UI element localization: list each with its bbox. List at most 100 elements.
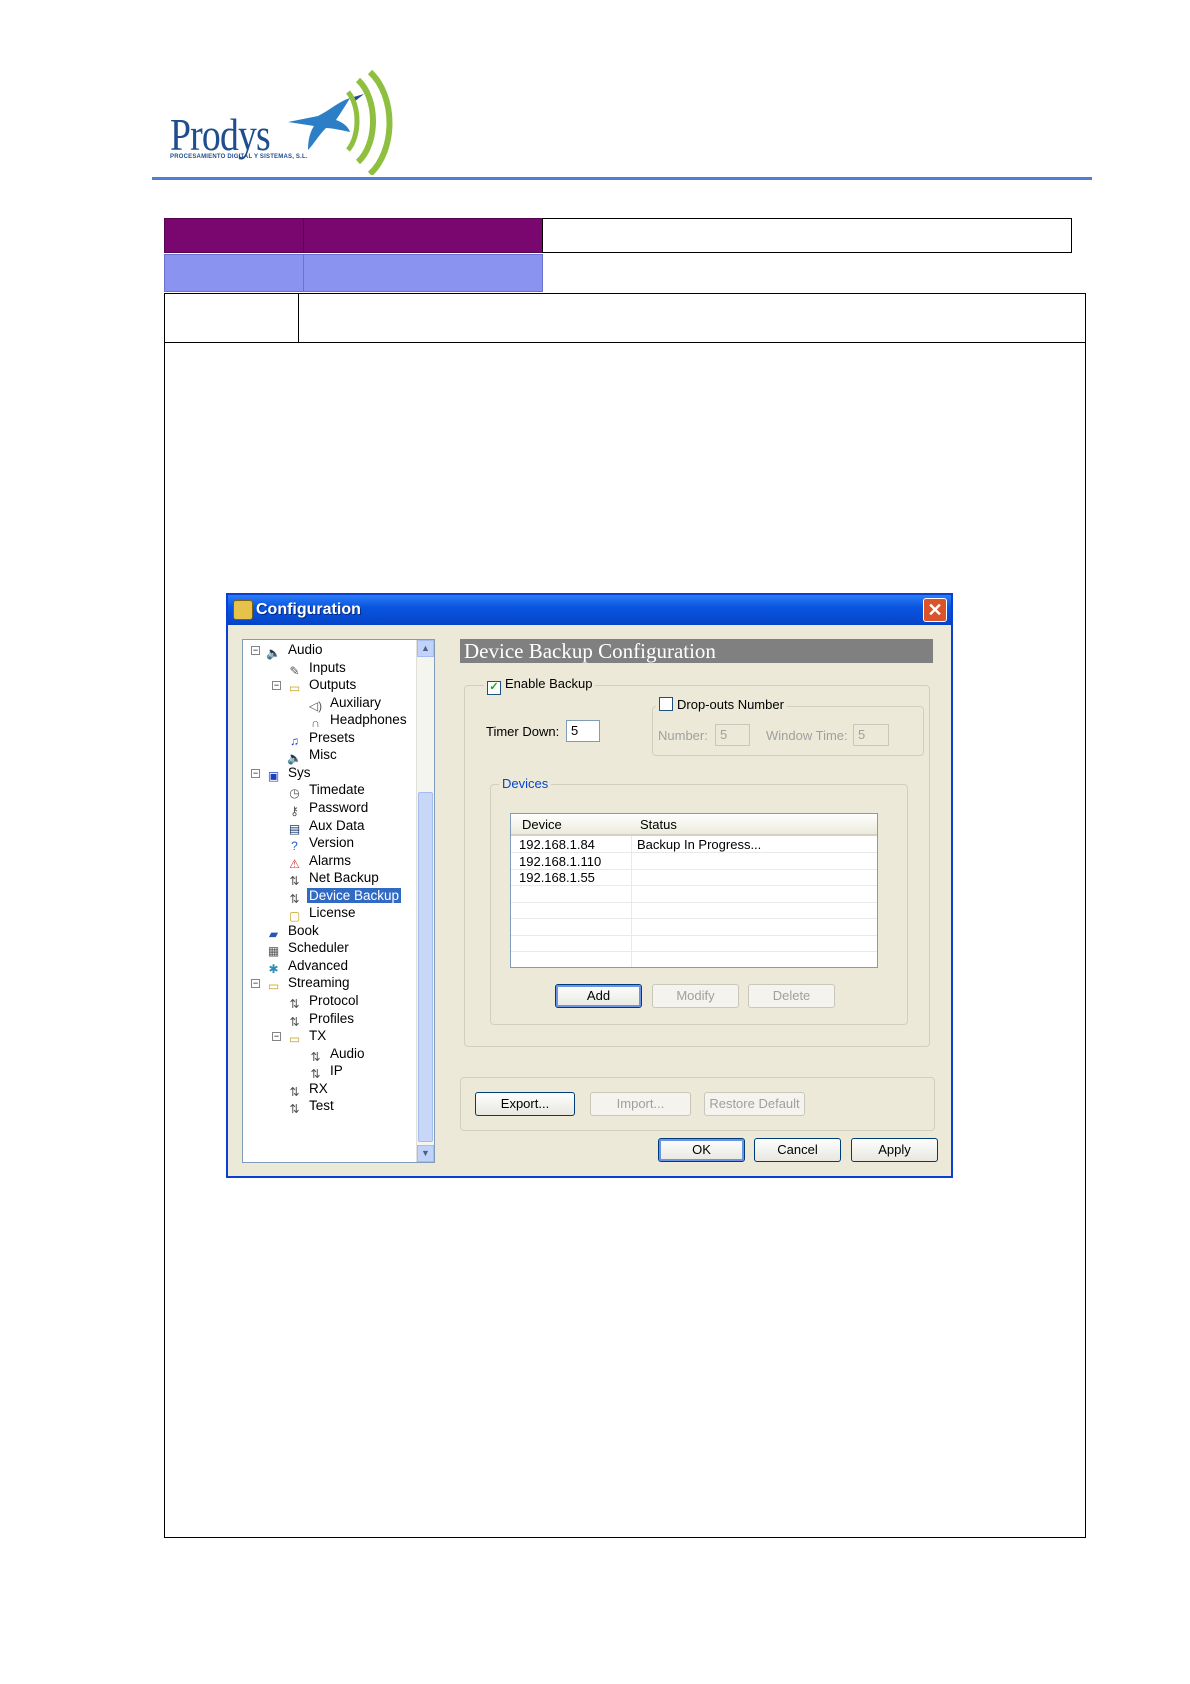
table-row[interactable]: 192.168.1.84 Backup In Progress... <box>511 837 877 853</box>
tree-item-presets[interactable]: ♫ Presets <box>286 729 357 748</box>
tree-item-net-backup[interactable]: ⇅ Net Backup <box>286 869 381 888</box>
ok-button[interactable]: OK <box>658 1138 745 1162</box>
tree-item-label: Alarms <box>309 852 352 868</box>
table-row[interactable] <box>511 887 877 903</box>
expand-toggle[interactable]: − <box>251 768 260 778</box>
dropouts-checkbox[interactable]: Drop-outs Number <box>656 697 787 712</box>
tree-item-label: Outputs <box>309 677 357 693</box>
column-device[interactable]: Device <box>522 817 562 832</box>
table-row[interactable] <box>511 953 877 968</box>
network-icon: ⇅ <box>289 1102 300 1117</box>
devices-title: Devices <box>499 776 552 791</box>
expand-toggle[interactable]: − <box>272 681 281 691</box>
tree-item-label: Test <box>309 1098 334 1114</box>
tree-item-label: Headphones <box>330 712 407 728</box>
tree-item-label: Misc <box>309 747 337 763</box>
tree-item-audio[interactable]: ⇅ Audio <box>307 1045 367 1064</box>
expand-toggle[interactable]: − <box>272 1032 281 1042</box>
dialog-titlebar[interactable]: Configuration ✕ <box>228 595 951 625</box>
table-row[interactable]: 192.168.1.55 <box>511 870 877 886</box>
expand-toggle[interactable]: − <box>251 979 260 989</box>
add-button[interactable]: Add <box>555 984 642 1008</box>
tree-item-label: Timedate <box>309 782 365 798</box>
table-row[interactable] <box>511 903 877 919</box>
apply-button[interactable]: Apply <box>851 1138 938 1162</box>
folder-open-icon: ▭ <box>288 681 301 696</box>
delete-button[interactable]: Delete <box>748 984 835 1008</box>
tree-item-test[interactable]: ⇅ Test <box>286 1097 336 1117</box>
tree-item-label: Presets <box>309 729 355 745</box>
header-cell-6 <box>164 293 299 343</box>
scroll-thumb[interactable] <box>418 792 433 1142</box>
tree-item-label: Net Backup <box>309 870 379 886</box>
header-cell-4 <box>164 254 304 292</box>
app-icon <box>233 600 253 620</box>
table-row[interactable] <box>511 936 877 952</box>
modify-button[interactable]: Modify <box>652 984 739 1008</box>
tree-item-aux-data[interactable]: ▤ Aux Data <box>286 817 367 836</box>
header-cell-7 <box>298 293 1086 343</box>
enable-backup-checkbox[interactable]: ✓ Enable Backup <box>484 676 596 695</box>
scroll-up-icon[interactable]: ▲ <box>417 640 434 657</box>
tree-item-audio[interactable]: 🔈 Audio <box>265 641 325 660</box>
tree-item-label: Profiles <box>309 1010 355 1026</box>
tree-item-license[interactable]: ▢ License <box>286 904 358 923</box>
tree-item-profiles[interactable]: ⇅ Profiles <box>286 1010 356 1029</box>
header-cell-5 <box>303 254 543 292</box>
number-input[interactable]: 5 <box>715 724 750 746</box>
tree-item-label: Book <box>288 922 319 938</box>
tree-item-advanced[interactable]: ✱ Advanced <box>265 957 350 976</box>
header-rule <box>152 177 1092 180</box>
close-button[interactable]: ✕ <box>923 598 947 622</box>
header-cell-1 <box>164 218 304 253</box>
tree-item-version[interactable]: ? Version <box>286 834 356 853</box>
window-time-input[interactable]: 5 <box>853 724 889 746</box>
tree-item-label: Sys <box>288 764 311 780</box>
devices-list[interactable]: Device Status 192.168.1.84 Backup In Prog… <box>510 813 878 968</box>
tree-item-password[interactable]: ⚷ Password <box>286 799 370 818</box>
tree-item-alarms[interactable]: ⚠ Alarms <box>286 852 353 871</box>
scroll-down-icon[interactable]: ▼ <box>417 1145 434 1162</box>
tree-item-sys[interactable]: ▣ Sys <box>265 764 313 783</box>
window-time-label: Window Time: <box>766 728 848 743</box>
devices-list-header: Device Status <box>511 814 877 836</box>
table-row[interactable] <box>511 920 877 936</box>
device-cell: 192.168.1.84 <box>519 837 595 852</box>
import-button[interactable]: Import... <box>590 1092 691 1116</box>
tree-item-tx[interactable]: ▭ TX <box>286 1027 328 1046</box>
restore-default-button[interactable]: Restore Default <box>704 1092 805 1116</box>
tree-item-label: Protocol <box>309 993 359 1008</box>
tree-item-label: Inputs <box>309 659 346 675</box>
tree-item-auxiliary[interactable]: ◁) Auxiliary <box>307 694 383 713</box>
cancel-button[interactable]: Cancel <box>754 1138 841 1162</box>
checkbox-icon[interactable] <box>659 697 673 711</box>
column-status[interactable]: Status <box>640 817 677 832</box>
tree-item-protocol[interactable]: ⇅ Protocol <box>286 992 361 1011</box>
header-cell-3 <box>542 218 1072 253</box>
tree-item-outputs[interactable]: ▭ Outputs <box>286 676 358 696</box>
tree-item-label: Streaming <box>288 975 350 991</box>
export-button[interactable]: Export... <box>475 1092 575 1116</box>
table-row[interactable]: 192.168.1.110 <box>511 854 877 870</box>
tree-item-book[interactable]: ▰ Book <box>265 922 321 941</box>
tree-item-misc[interactable]: 🔈 Misc <box>286 746 339 765</box>
tree-item-label: Password <box>309 799 369 815</box>
tree-item-timedate[interactable]: ◷ Timedate <box>286 781 367 800</box>
header-cell-2 <box>303 218 543 253</box>
dialog-title: Configuration <box>256 601 361 618</box>
tree-item-ip[interactable]: ⇅ IP <box>307 1062 345 1081</box>
tree-item-streaming[interactable]: ▭ Streaming <box>265 974 352 993</box>
tree-item-label: Advanced <box>288 957 349 973</box>
tree-item-inputs[interactable]: ✎ Inputs <box>286 659 348 678</box>
tree-scrollbar[interactable]: ▲ ▼ <box>416 640 434 1162</box>
tree-item-scheduler[interactable]: ▦ Scheduler <box>265 939 351 958</box>
checkbox-icon[interactable]: ✓ <box>487 681 501 695</box>
expand-toggle[interactable]: − <box>251 646 260 655</box>
hummingbird-wave-icon <box>288 70 393 175</box>
timer-down-input[interactable]: 5 <box>566 720 600 742</box>
tree-item-device-backup[interactable]: ⇅ Device Backup <box>286 887 402 906</box>
config-tree[interactable]: − 🔈 Audio ✎ Inputs − ▭ Outputs ◁) Auxiliary ∩ Headp… <box>242 639 435 1163</box>
tree-item-rx[interactable]: ⇅ RX <box>286 1080 330 1099</box>
tree-item-headphones[interactable]: ∩ Headphones <box>307 711 409 730</box>
prodys-logo: Prodys PROCESAMIENTO DIGITAL Y SISTEMAS,… <box>168 70 398 175</box>
